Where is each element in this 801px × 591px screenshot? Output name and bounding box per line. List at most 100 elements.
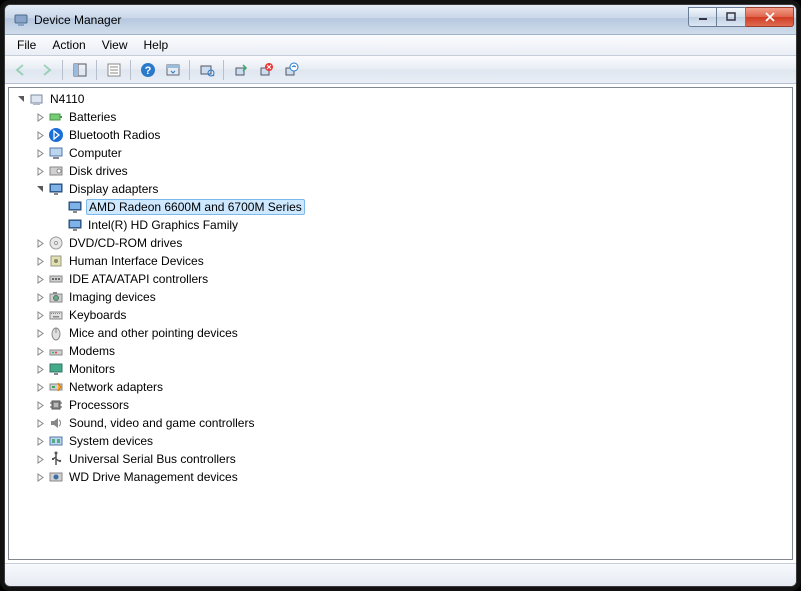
menu-action[interactable]: Action: [44, 35, 93, 55]
computer-icon: [48, 145, 64, 161]
tree-category[interactable]: Modems: [9, 342, 792, 360]
tree-item-label: N4110: [48, 91, 86, 107]
display-icon: [67, 217, 83, 233]
tree-category[interactable]: Disk drives: [9, 162, 792, 180]
tree-category[interactable]: System devices: [9, 432, 792, 450]
tree-category[interactable]: Processors: [9, 396, 792, 414]
expander-icon[interactable]: [32, 253, 48, 269]
expander-icon[interactable]: [32, 451, 48, 467]
expander-icon[interactable]: [32, 163, 48, 179]
update-driver-button[interactable]: [229, 59, 252, 81]
dvd-icon: [48, 235, 64, 251]
tree-category[interactable]: Display adapters: [9, 180, 792, 198]
ide-icon: [48, 271, 64, 287]
tree-item-label: Modems: [67, 343, 117, 359]
tree-category[interactable]: DVD/CD-ROM drives: [9, 234, 792, 252]
tree-category[interactable]: Monitors: [9, 360, 792, 378]
help-button[interactable]: ?: [136, 59, 159, 81]
tree-item-label: Bluetooth Radios: [67, 127, 162, 143]
tree-category[interactable]: Human Interface Devices: [9, 252, 792, 270]
sound-icon: [48, 415, 64, 431]
expander-icon[interactable]: [32, 361, 48, 377]
display-icon: [67, 199, 83, 215]
toolbar-separator: [62, 60, 63, 80]
display-icon: [48, 181, 64, 197]
tree-category[interactable]: Bluetooth Radios: [9, 126, 792, 144]
tree-category[interactable]: Keyboards: [9, 306, 792, 324]
tree-category[interactable]: WD Drive Management devices: [9, 468, 792, 486]
tree-device[interactable]: Intel(R) HD Graphics Family: [9, 216, 792, 234]
expander-icon[interactable]: [13, 91, 29, 107]
expander-icon[interactable]: [32, 289, 48, 305]
expander-icon[interactable]: [32, 415, 48, 431]
tree-item-label: IDE ATA/ATAPI controllers: [67, 271, 210, 287]
imaging-icon: [48, 289, 64, 305]
app-icon: [13, 12, 29, 28]
modem-icon: [48, 343, 64, 359]
forward-button[interactable]: [34, 59, 57, 81]
tree-category[interactable]: IDE ATA/ATAPI controllers: [9, 270, 792, 288]
tree-category[interactable]: Batteries: [9, 108, 792, 126]
battery-icon: [48, 109, 64, 125]
disable-button[interactable]: [279, 59, 302, 81]
tree-item-label: Imaging devices: [67, 289, 158, 305]
mouse-icon: [48, 325, 64, 341]
menu-file[interactable]: File: [9, 35, 44, 55]
tree-root[interactable]: N4110: [9, 90, 792, 108]
uninstall-button[interactable]: [254, 59, 277, 81]
maximize-button[interactable]: [717, 7, 746, 27]
window-title: Device Manager: [34, 13, 688, 27]
expander-icon[interactable]: [32, 109, 48, 125]
expander-icon[interactable]: [32, 325, 48, 341]
expander-icon[interactable]: [32, 379, 48, 395]
expander-icon[interactable]: [32, 469, 48, 485]
tree-device[interactable]: AMD Radeon 6600M and 6700M Series: [9, 198, 792, 216]
minimize-button[interactable]: [688, 7, 717, 27]
expander-icon[interactable]: [32, 397, 48, 413]
tree-category[interactable]: Network adapters: [9, 378, 792, 396]
expander-icon[interactable]: [32, 271, 48, 287]
scan-hardware-button[interactable]: [195, 59, 218, 81]
tree-item-label: Universal Serial Bus controllers: [67, 451, 238, 467]
tree-category[interactable]: Mice and other pointing devices: [9, 324, 792, 342]
expander-icon[interactable]: [32, 145, 48, 161]
menu-view[interactable]: View: [94, 35, 136, 55]
tree-category[interactable]: Computer: [9, 144, 792, 162]
expander-icon[interactable]: [32, 343, 48, 359]
toolbar-separator: [130, 60, 131, 80]
expander-icon[interactable]: [32, 307, 48, 323]
expander-icon[interactable]: [51, 199, 67, 215]
expander-icon[interactable]: [32, 127, 48, 143]
expander-icon[interactable]: [32, 181, 48, 197]
network-icon: [48, 379, 64, 395]
action-button[interactable]: [161, 59, 184, 81]
device-manager-window: Device Manager File Action View Help ? N…: [4, 4, 797, 587]
tree-item-label: Batteries: [67, 109, 118, 125]
tree-item-label: Intel(R) HD Graphics Family: [86, 217, 240, 233]
tree-category[interactable]: Universal Serial Bus controllers: [9, 450, 792, 468]
device-tree[interactable]: N4110BatteriesBluetooth RadiosComputerDi…: [8, 87, 793, 560]
tree-category[interactable]: Imaging devices: [9, 288, 792, 306]
back-button[interactable]: [9, 59, 32, 81]
expander-icon[interactable]: [51, 217, 67, 233]
menu-help[interactable]: Help: [136, 35, 177, 55]
tree-item-label: AMD Radeon 6600M and 6700M Series: [86, 199, 305, 215]
show-hide-tree-button[interactable]: [68, 59, 91, 81]
toolbar: ?: [5, 56, 796, 84]
statusbar: [5, 563, 796, 586]
bluetooth-icon: [48, 127, 64, 143]
tree-item-label: Disk drives: [67, 163, 130, 179]
tree-item-label: Network adapters: [67, 379, 165, 395]
tree-item-label: WD Drive Management devices: [67, 469, 240, 485]
expander-icon[interactable]: [32, 235, 48, 251]
close-button[interactable]: [746, 7, 794, 27]
properties-button[interactable]: [102, 59, 125, 81]
usb-icon: [48, 451, 64, 467]
titlebar[interactable]: Device Manager: [5, 5, 796, 35]
tree-category[interactable]: Sound, video and game controllers: [9, 414, 792, 432]
menubar: File Action View Help: [5, 35, 796, 56]
expander-icon[interactable]: [32, 433, 48, 449]
tree-item-label: Keyboards: [67, 307, 128, 323]
tree-item-label: Display adapters: [67, 181, 160, 197]
tree-item-label: Mice and other pointing devices: [67, 325, 240, 341]
